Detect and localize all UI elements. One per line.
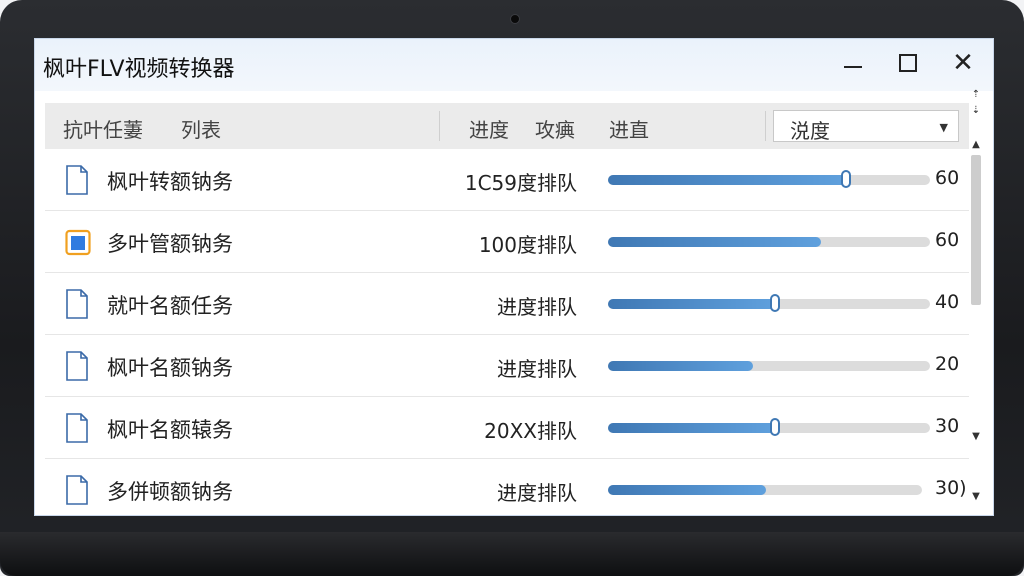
laptop-base bbox=[0, 532, 1024, 576]
task-name: 就叶名额任务 bbox=[107, 294, 233, 318]
maximize-button[interactable] bbox=[888, 45, 928, 81]
progress-thumb[interactable] bbox=[770, 418, 781, 436]
progress-percent: 40 bbox=[935, 291, 960, 313]
minimize-icon bbox=[844, 66, 862, 68]
close-button[interactable]: ✕ bbox=[943, 45, 983, 81]
scroll-down-icon[interactable]: ▼ bbox=[969, 431, 983, 442]
chevron-down-icon: ▼ bbox=[939, 121, 948, 134]
filter-dropdown[interactable]: 涚度 ▼ bbox=[773, 110, 959, 143]
document-icon bbox=[65, 289, 89, 319]
scrollbar-thumb[interactable] bbox=[971, 155, 981, 305]
scroll-bottom-icon[interactable]: ▼ bbox=[969, 491, 983, 502]
scroll-top-icon[interactable]: ⇡ bbox=[969, 89, 983, 100]
progress-fill bbox=[608, 175, 847, 185]
list-header: 抗叶任萋 列表 进度 攻痶 进直 涚度 ▼ bbox=[45, 103, 969, 149]
task-status: 100度排队 bbox=[478, 233, 577, 257]
task-row[interactable]: 多叶管额钠务 100度排队 60 bbox=[45, 211, 969, 273]
header-divider bbox=[439, 111, 440, 141]
task-name: 多併顿额钠务 bbox=[107, 480, 233, 504]
progress-bar bbox=[608, 485, 922, 495]
task-status: 20XX排队 bbox=[484, 419, 577, 443]
progress-fill bbox=[608, 299, 776, 309]
close-icon: ✕ bbox=[952, 48, 974, 78]
task-rows: 枫叶转额钠务 1C59度排队 60 多叶管额钠务 100度排队 60 就叶名额任… bbox=[45, 149, 969, 515]
header-progress[interactable]: 进度 bbox=[469, 114, 509, 143]
document-icon bbox=[65, 413, 89, 443]
task-name: 多叶管额钠务 bbox=[107, 232, 233, 256]
document-icon bbox=[65, 475, 89, 505]
progress-bar bbox=[608, 418, 930, 436]
filter-dropdown-value: 涚度 bbox=[790, 119, 830, 143]
task-row[interactable]: 就叶名额任务 进度排队 40 bbox=[45, 273, 969, 335]
header-task[interactable]: 抗叶任萋 bbox=[63, 114, 143, 143]
task-row[interactable]: 枫叶名额钠务 进度排队 20 bbox=[45, 335, 969, 397]
title-bar: 枫叶FLV视频转换器 ✕ bbox=[35, 39, 993, 91]
task-status: 1C59度排队 bbox=[464, 171, 577, 195]
header-speed[interactable]: 攻痶 bbox=[535, 114, 575, 143]
document-icon bbox=[65, 165, 89, 195]
progress-fill bbox=[608, 423, 776, 433]
scroll-top-down-icon[interactable]: ⇣ bbox=[969, 105, 983, 116]
progress-bar bbox=[608, 294, 930, 312]
task-name: 枫叶转额钠务 bbox=[107, 170, 233, 194]
progress-thumb[interactable] bbox=[770, 294, 781, 312]
task-row[interactable]: 枫叶转额钠务 1C59度排队 60 bbox=[45, 149, 969, 211]
task-status: 进度排队 bbox=[497, 481, 577, 505]
window-title: 枫叶FLV视频转换器 bbox=[43, 57, 235, 82]
header-divider bbox=[765, 111, 766, 141]
progress-fill bbox=[608, 485, 766, 495]
progress-bar bbox=[608, 237, 930, 247]
progress-fill bbox=[608, 237, 821, 247]
progress-fill bbox=[608, 361, 753, 371]
task-name: 枫叶名额辕务 bbox=[107, 418, 233, 442]
progress-percent: 20 bbox=[935, 353, 960, 375]
task-status: 进度排队 bbox=[497, 295, 577, 319]
progress-percent: 30 bbox=[935, 415, 960, 437]
header-list[interactable]: 列表 bbox=[181, 114, 221, 143]
webcam bbox=[510, 14, 520, 24]
folder-icon bbox=[65, 227, 91, 257]
progress-percent: 60 bbox=[935, 167, 960, 189]
document-icon bbox=[65, 351, 89, 381]
task-status: 进度排队 bbox=[497, 357, 577, 381]
task-list-panel: 抗叶任萋 列表 进度 攻痶 进直 涚度 ▼ 枫叶转额钠务 1C59度排队 60 … bbox=[45, 103, 969, 515]
progress-thumb[interactable] bbox=[841, 170, 852, 188]
task-name: 枫叶名额钠务 bbox=[107, 356, 233, 380]
progress-bar bbox=[608, 170, 930, 188]
task-row[interactable]: 多併顿额钠务 进度排队 30) bbox=[45, 459, 969, 515]
scroll-up-icon[interactable]: ▲ bbox=[969, 139, 983, 150]
vertical-scrollbar[interactable]: ⇡ ⇣ ▲ ▼ ▼ bbox=[969, 89, 983, 509]
minimize-button[interactable] bbox=[833, 45, 873, 81]
progress-percent: 30) bbox=[935, 477, 967, 499]
task-row[interactable]: 枫叶名额辕务 20XX排队 30 bbox=[45, 397, 969, 459]
maximize-icon bbox=[899, 54, 917, 72]
progress-bar bbox=[608, 361, 930, 371]
header-status[interactable]: 进直 bbox=[609, 114, 649, 143]
progress-percent: 60 bbox=[935, 229, 960, 251]
app-window: 枫叶FLV视频转换器 ✕ 抗叶任萋 列表 进度 攻痶 进直 涚度 ▼ 枫叶转额钠… bbox=[34, 38, 994, 516]
